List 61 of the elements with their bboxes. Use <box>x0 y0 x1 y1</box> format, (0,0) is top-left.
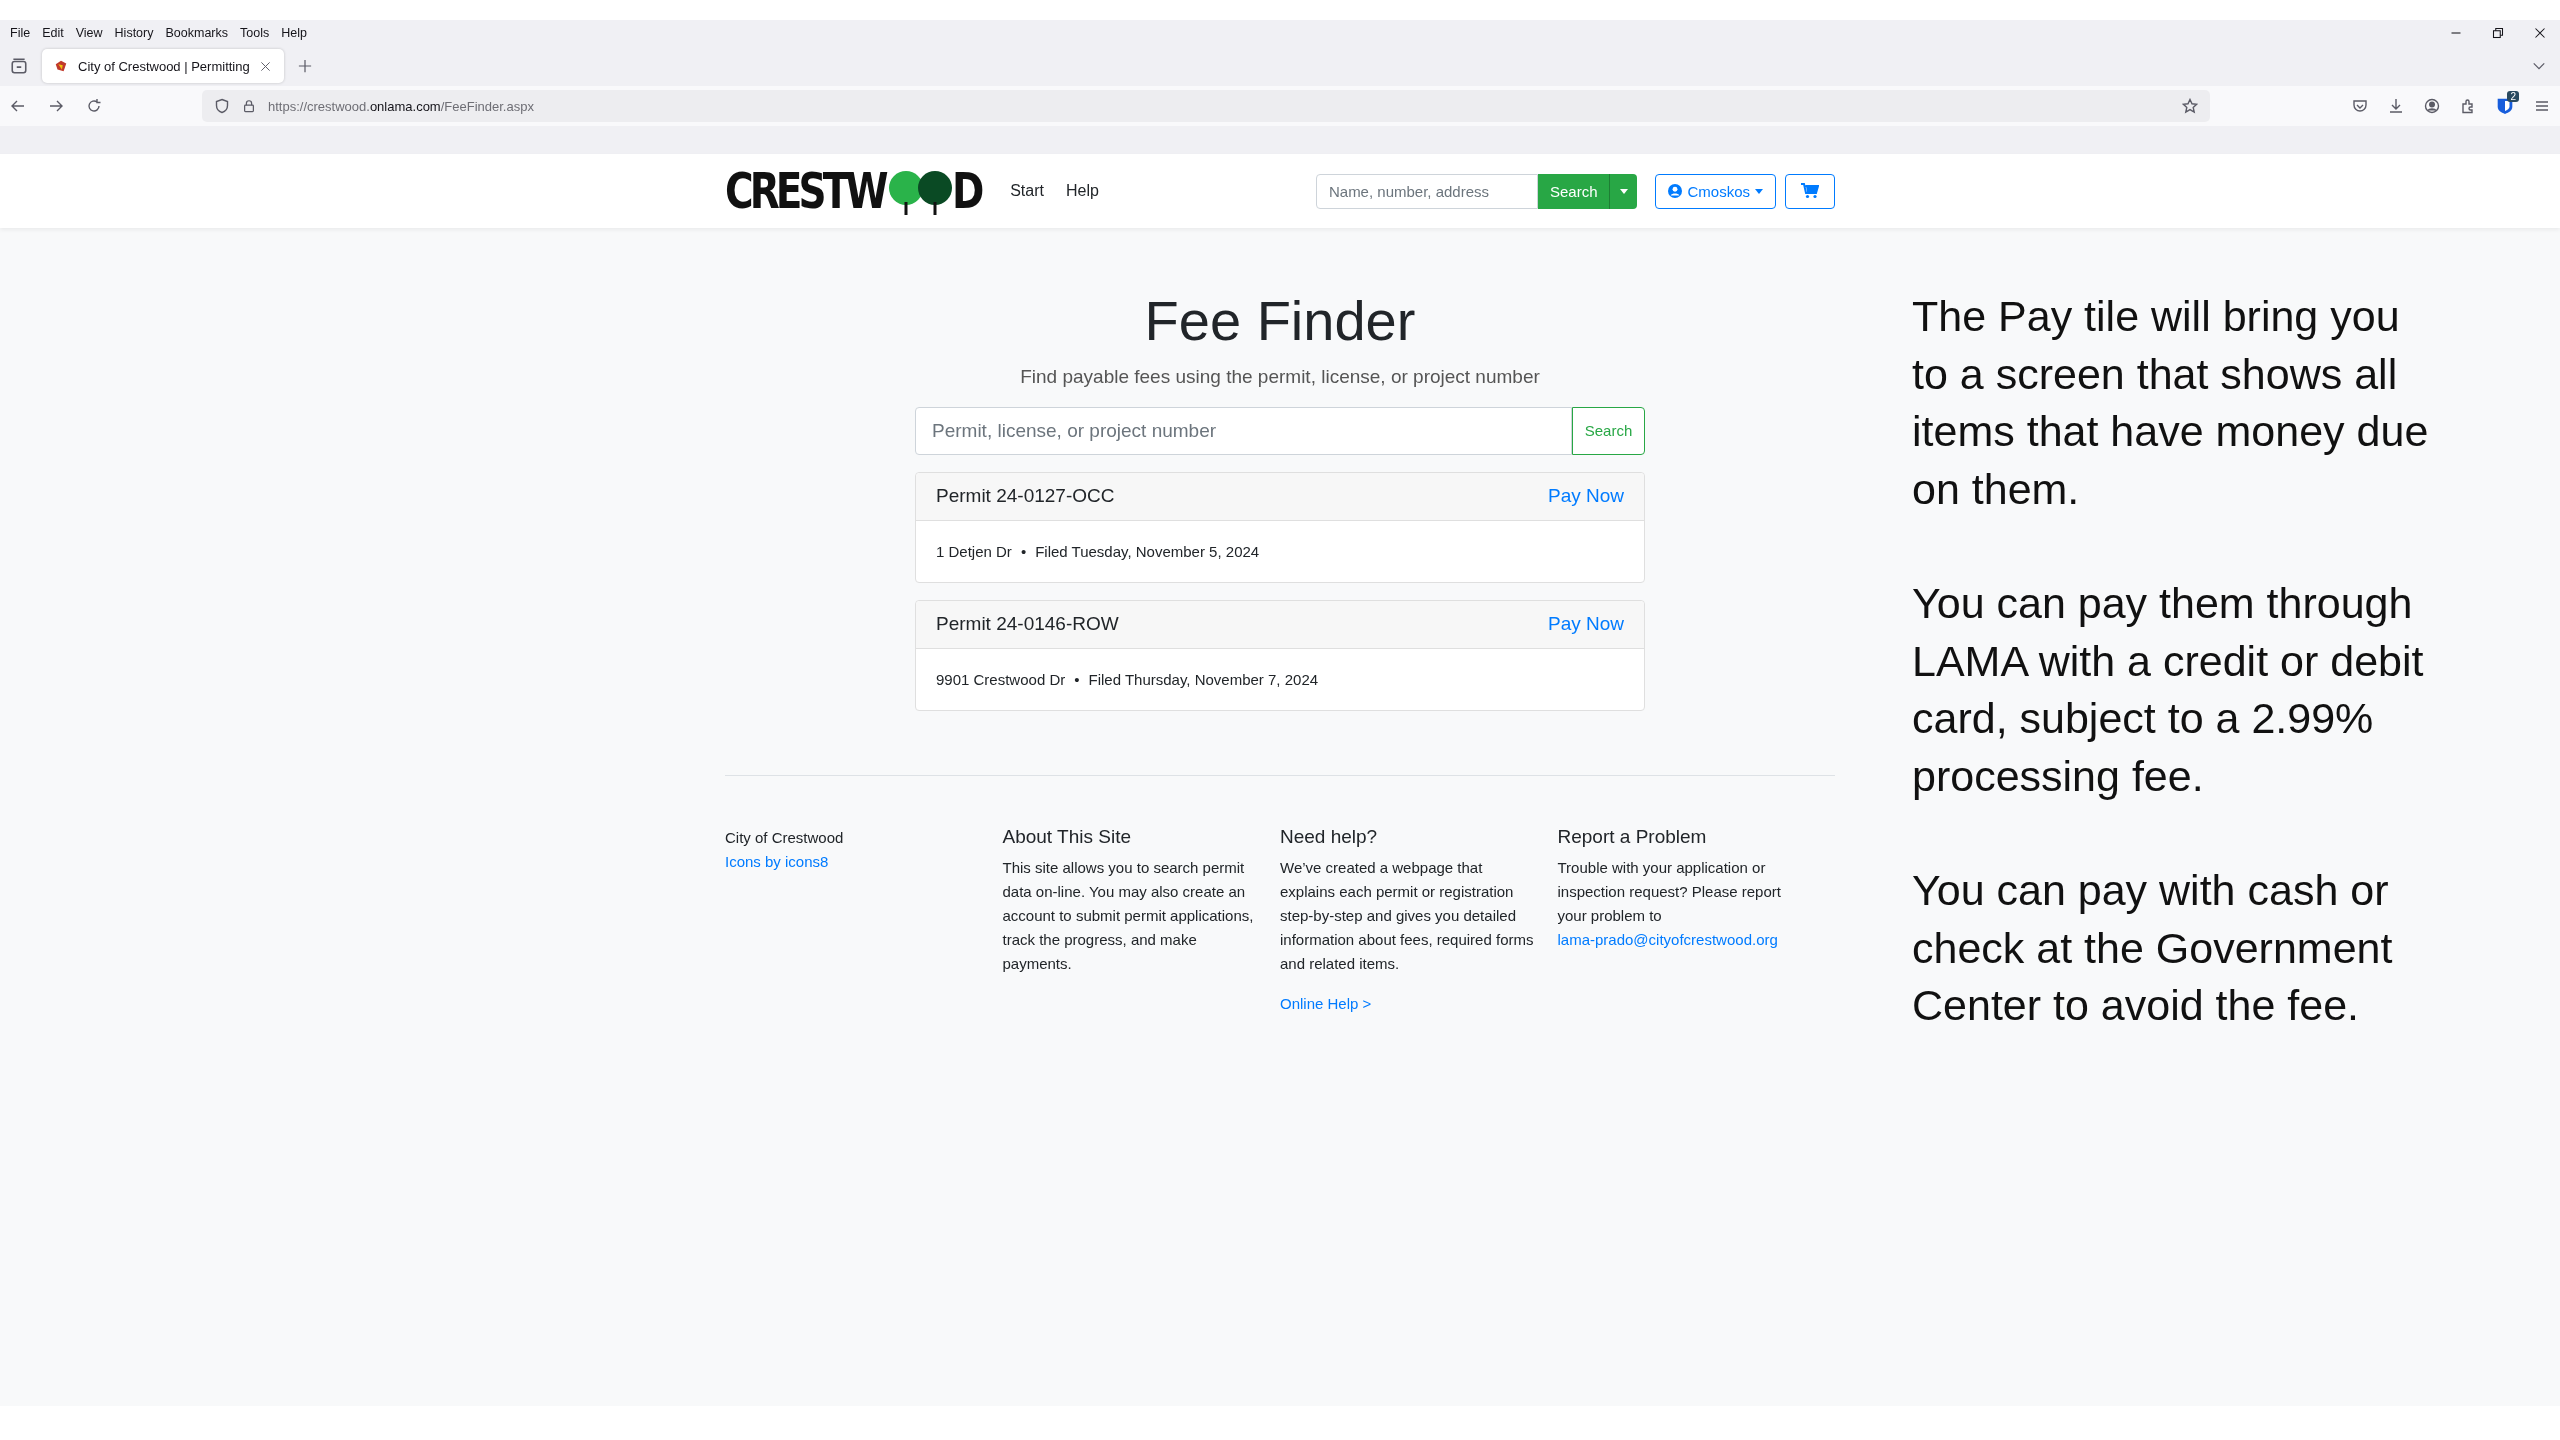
permit-details: 1 Detjen Dr • Filed Tuesday, November 5, 2024 <box>936 542 1261 560</box>
search-field[interactable]: Permit, license, or project number <box>915 406 1572 455</box>
page-subtitle: Find payable fees using the permit, license, or project number <box>1020 365 1540 388</box>
star-icon[interactable] <box>2182 98 2198 114</box>
search-field[interactable]: Name, number, address <box>1315 173 1538 209</box>
annotation-text: You can pay them through LAMA with a credit or debit card, subject to a 2.99% processing fee. <box>1912 578 2425 802</box>
footer-heading: About This Site <box>1002 825 1132 848</box>
download-icon[interactable] <box>2388 98 2404 114</box>
annotation-text: You can pay with cash or check at the Government Center to avoid the fee. <box>1912 865 2394 1031</box>
menu-item[interactable]: File <box>6 24 35 42</box>
close-icon[interactable] <box>2534 27 2546 39</box>
puzzle-icon[interactable] <box>2460 98 2476 114</box>
menu-item[interactable]: History <box>110 24 158 42</box>
footer-text: Trouble with your application or inspection request? Please report your problem to <box>1557 857 1782 926</box>
nav-link[interactable]: Help <box>1065 182 1099 200</box>
shield-icon[interactable] <box>214 98 230 114</box>
back-icon[interactable] <box>10 98 26 114</box>
menu-item[interactable]: Help <box>277 24 311 42</box>
restore-icon[interactable] <box>2492 27 2504 39</box>
address-bar[interactable]: https://crestwood.onlama.com/FeeFinder.aspx <box>202 90 2210 122</box>
footer-link[interactable]: lama-prado@cityofcrestwood.org <box>1557 927 1778 952</box>
annotation-text: The Pay tile will bring you to a screen that shows all items that have money due on them. <box>1912 291 2430 515</box>
footer-link[interactable]: Online Help > <box>1280 991 1372 1016</box>
cart-button[interactable] <box>1785 173 1835 209</box>
permit-details: 9901 Crestwood Dr • Filed Thursday, November 7, 2024 <box>936 670 1320 688</box>
close-icon[interactable] <box>259 60 271 72</box>
permit-title: Permit 24-0146-ROW <box>936 613 1119 636</box>
footer-text: We’ve created a webpage that explains each permit or registration step-by-step and gives you detailed information about fees, required forms and related items. <box>1280 857 1534 974</box>
url-text: https://crestwood.onlama.com/FeeFinder.aspx <box>268 98 534 114</box>
logo[interactable]: CRESTW D <box>725 166 989 216</box>
lock-icon[interactable] <box>242 99 256 113</box>
menu-icon[interactable] <box>2534 98 2550 114</box>
pocket-icon[interactable] <box>2352 98 2368 114</box>
site-icon <box>54 59 68 73</box>
notification-badge: 2 <box>2507 91 2519 102</box>
footer-heading: Need help? <box>1280 825 1379 848</box>
user-menu-button[interactable]: Cmoskos <box>1655 173 1776 209</box>
menu-item[interactable]: Tools <box>236 24 274 42</box>
forward-icon[interactable] <box>48 98 64 114</box>
footer-text: This site allows you to search permit data on-line. You may also create an account to submit permit applications, track the progress, and make payments. <box>1002 857 1255 974</box>
account-icon[interactable] <box>2424 98 2440 114</box>
caret-icon <box>1755 188 1763 194</box>
user-icon <box>1668 184 1683 198</box>
page-title: Fee Finder <box>1144 290 1416 352</box>
nav-link[interactable]: Start <box>1010 182 1044 200</box>
pay-now-link[interactable]: Pay Now <box>1547 613 1624 636</box>
credit-link[interactable]: Icons by icons8 <box>725 849 829 874</box>
cart-icon <box>1801 183 1819 199</box>
menu-item[interactable]: View <box>71 24 107 42</box>
menu-item[interactable]: Edit <box>38 24 68 42</box>
pay-now-link[interactable]: Pay Now <box>1547 485 1624 508</box>
footer-heading: Report a Problem <box>1557 825 1708 848</box>
menu-item[interactable]: Bookmarks <box>161 24 232 42</box>
caret-icon <box>1620 188 1628 194</box>
permit-title: Permit 24-0127-OCC <box>936 485 1115 508</box>
new-tab-icon[interactable] <box>297 59 312 73</box>
footer-org: City of Crestwood <box>725 827 845 848</box>
browser-tab[interactable]: City of Crestwood | Permitting <box>42 49 284 83</box>
tab-overview-icon[interactable] <box>10 57 28 75</box>
dropdown-button[interactable] <box>1609 173 1638 209</box>
reload-icon[interactable] <box>86 98 102 114</box>
